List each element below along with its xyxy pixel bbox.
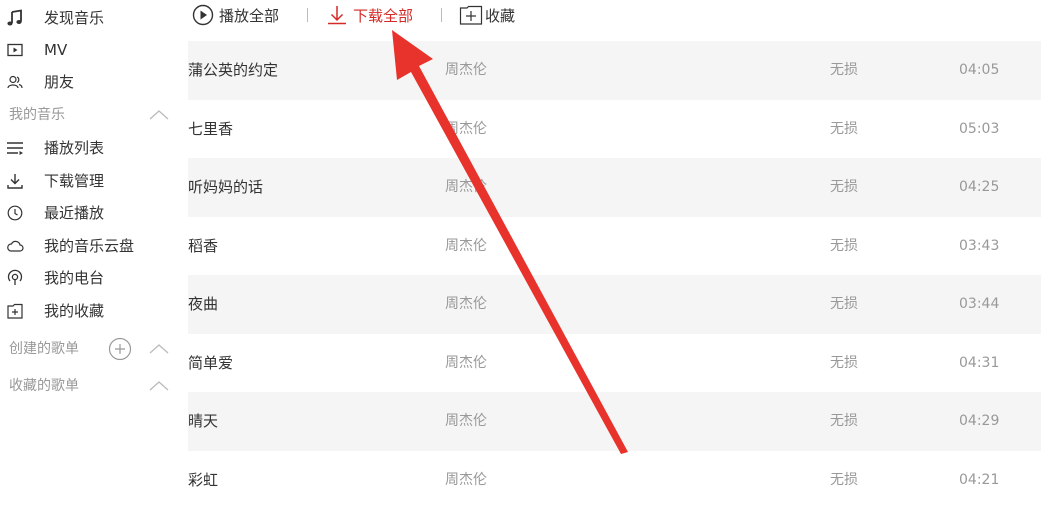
song-title: 蒲公英的约定 bbox=[188, 61, 279, 79]
collect-button[interactable]: 收藏 bbox=[459, 2, 515, 28]
sidebar-item-friends[interactable]: 朋友 bbox=[0, 66, 178, 98]
sidebar: 发现音乐 MV 朋友 我的音乐 播放列表 下载管理 最近播放 我的音乐云盘 我的… bbox=[0, 0, 178, 507]
song-row[interactable]: 稻香 周杰伦 无损 03:43 bbox=[188, 217, 1041, 276]
chevron-up-icon[interactable] bbox=[148, 378, 170, 394]
song-title: 夜曲 bbox=[188, 295, 219, 313]
my-music-section: 我的音乐 bbox=[0, 100, 178, 130]
sidebar-item-label: MV bbox=[44, 41, 68, 59]
song-duration: 05:03 bbox=[959, 120, 1000, 137]
playlist-icon bbox=[6, 139, 24, 157]
song-row[interactable]: 夜曲 周杰伦 无损 03:44 bbox=[188, 275, 1041, 334]
song-row[interactable]: 彩虹 周杰伦 无损 04:21 bbox=[188, 451, 1041, 507]
friends-icon bbox=[6, 73, 24, 91]
song-quality: 无损 bbox=[830, 296, 858, 312]
collect-label: 收藏 bbox=[485, 6, 516, 25]
download-all-button[interactable]: 下载全部 bbox=[325, 2, 413, 28]
clock-icon bbox=[6, 204, 24, 222]
song-row[interactable]: 听妈妈的话 周杰伦 无损 04:25 bbox=[188, 158, 1041, 217]
song-artist[interactable]: 周杰伦 bbox=[445, 100, 487, 158]
song-row[interactable]: 七里香 周杰伦 无损 05:03 bbox=[188, 100, 1041, 159]
download-icon bbox=[6, 172, 24, 190]
song-duration: 04:31 bbox=[959, 354, 1000, 371]
sidebar-item-mv[interactable]: MV bbox=[0, 34, 178, 66]
song-row[interactable]: 蒲公英的约定 周杰伦 无损 04:05 bbox=[188, 41, 1041, 100]
song-quality: 无损 bbox=[830, 179, 858, 195]
song-duration: 03:44 bbox=[959, 296, 1000, 312]
song-quality: 无损 bbox=[830, 120, 858, 137]
video-icon bbox=[6, 41, 24, 59]
sidebar-item-label: 播放列表 bbox=[44, 139, 105, 157]
collected-playlists-section: 收藏的歌单 bbox=[0, 371, 178, 401]
song-row[interactable]: 晴天 周杰伦 无损 04:29 bbox=[188, 392, 1041, 451]
section-label: 创建的歌单 bbox=[9, 341, 79, 357]
song-title: 彩虹 bbox=[188, 470, 219, 489]
sidebar-item-label: 我的电台 bbox=[44, 269, 105, 287]
song-quality: 无损 bbox=[830, 62, 858, 78]
song-artist[interactable]: 周杰伦 bbox=[445, 41, 487, 99]
toolbar-divider bbox=[307, 8, 308, 22]
download-icon bbox=[325, 3, 349, 27]
music-app: 发现音乐 MV 朋友 我的音乐 播放列表 下载管理 最近播放 我的音乐云盘 我的… bbox=[0, 0, 1041, 507]
sidebar-item-cloud-drive[interactable]: 我的音乐云盘 bbox=[0, 230, 178, 262]
list-toolbar: 播放全部 下载全部 收藏 bbox=[188, 0, 1041, 30]
song-artist[interactable]: 周杰伦 bbox=[445, 158, 487, 216]
song-artist[interactable]: 周杰伦 bbox=[445, 275, 487, 333]
song-title: 听妈妈的话 bbox=[188, 178, 264, 196]
collection-icon bbox=[6, 302, 24, 320]
play-all-button[interactable]: 播放全部 bbox=[191, 2, 279, 28]
song-title: 七里香 bbox=[188, 119, 234, 138]
song-row[interactable]: 简单爱 周杰伦 无损 04:31 bbox=[188, 334, 1041, 393]
chevron-up-icon[interactable] bbox=[148, 107, 170, 123]
song-title: 稻香 bbox=[188, 236, 219, 255]
play-circle-icon bbox=[191, 3, 215, 27]
sidebar-item-label: 发现音乐 bbox=[44, 9, 105, 27]
song-duration: 04:21 bbox=[959, 471, 1000, 488]
sidebar-item-discover-music[interactable]: 发现音乐 bbox=[0, 2, 178, 34]
play-all-label: 播放全部 bbox=[219, 6, 280, 25]
song-duration: 04:29 bbox=[959, 413, 1000, 429]
sidebar-item-collection[interactable]: 我的收藏 bbox=[0, 295, 178, 327]
add-playlist-icon[interactable] bbox=[108, 337, 132, 361]
sidebar-item-label: 下载管理 bbox=[44, 172, 105, 190]
sidebar-item-label: 我的音乐云盘 bbox=[44, 237, 135, 255]
sidebar-item-label: 我的收藏 bbox=[44, 302, 105, 320]
section-label: 我的音乐 bbox=[9, 107, 65, 123]
toolbar-divider bbox=[441, 8, 442, 22]
section-label: 收藏的歌单 bbox=[9, 378, 79, 394]
song-quality: 无损 bbox=[830, 354, 858, 371]
song-duration: 04:05 bbox=[959, 62, 1000, 78]
sidebar-item-recent[interactable]: 最近播放 bbox=[0, 197, 178, 229]
song-quality: 无损 bbox=[830, 413, 858, 429]
song-artist[interactable]: 周杰伦 bbox=[445, 451, 487, 507]
cloud-icon bbox=[6, 237, 24, 255]
song-artist[interactable]: 周杰伦 bbox=[445, 217, 487, 275]
sidebar-item-radio[interactable]: 我的电台 bbox=[0, 262, 178, 294]
radio-icon bbox=[6, 269, 24, 287]
song-duration: 03:43 bbox=[959, 237, 1000, 254]
song-quality: 无损 bbox=[830, 471, 858, 488]
song-duration: 04:25 bbox=[959, 179, 1000, 195]
song-list: 蒲公英的约定 周杰伦 无损 04:05 七里香 周杰伦 无损 05:03 听妈妈… bbox=[188, 41, 1041, 507]
song-artist[interactable]: 周杰伦 bbox=[445, 334, 487, 392]
song-title: 晴天 bbox=[188, 412, 219, 430]
song-artist[interactable]: 周杰伦 bbox=[445, 392, 487, 450]
created-playlists-section: 创建的歌单 bbox=[0, 334, 178, 364]
chevron-up-icon[interactable] bbox=[148, 341, 170, 357]
sidebar-item-label: 朋友 bbox=[44, 73, 75, 91]
song-quality: 无损 bbox=[830, 237, 858, 254]
download-all-label: 下载全部 bbox=[353, 6, 414, 25]
sidebar-item-playlist[interactable]: 播放列表 bbox=[0, 132, 178, 164]
song-title: 简单爱 bbox=[188, 353, 234, 372]
music-note-icon bbox=[6, 9, 24, 27]
sidebar-item-label: 最近播放 bbox=[44, 204, 105, 222]
sidebar-item-downloads[interactable]: 下载管理 bbox=[0, 165, 178, 197]
add-to-folder-icon bbox=[459, 3, 483, 27]
